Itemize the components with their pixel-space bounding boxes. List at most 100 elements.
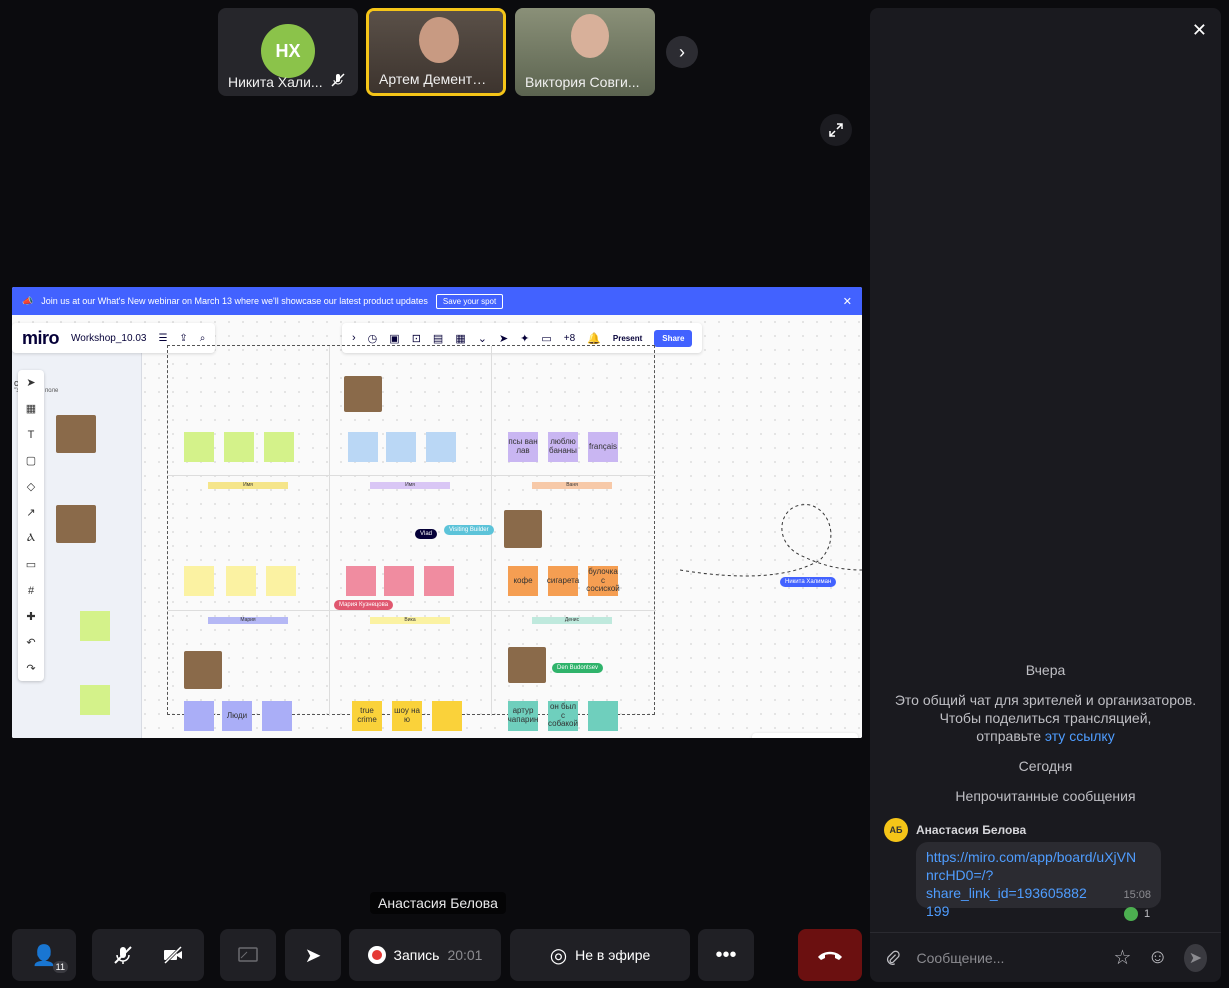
- next-participants-button[interactable]: ›: [666, 36, 698, 68]
- more-icon[interactable]: ⌄: [478, 332, 487, 345]
- frame-tool-icon[interactable]: #: [28, 582, 34, 599]
- sticky-note: [348, 432, 378, 462]
- participant-tile-active[interactable]: Артем Дементьев: [366, 8, 506, 96]
- record-button[interactable]: Запись 20:01: [349, 929, 501, 981]
- sticky-note: [386, 432, 416, 462]
- sticky-note: [266, 566, 296, 596]
- add-tool-icon[interactable]: ✚: [26, 608, 35, 625]
- cursor-icon[interactable]: ➤: [499, 332, 508, 345]
- paperclip-icon[interactable]: [884, 948, 901, 968]
- sticky-note: [226, 566, 256, 596]
- template-tool-icon[interactable]: ▦: [26, 400, 36, 417]
- phone-hangup-icon: [818, 951, 842, 960]
- focus-icon[interactable]: ⊡: [412, 332, 421, 345]
- notes-icon[interactable]: ▦: [455, 332, 465, 345]
- board-name[interactable]: Workshop_10.03: [71, 333, 146, 344]
- broadcast-button[interactable]: ◎ Не в эфире: [510, 929, 690, 981]
- frame-cell: Ваня кофе сигарета булочка с сосиской: [492, 476, 656, 611]
- megaphone-icon: 📣: [22, 295, 34, 306]
- share-link[interactable]: эту ссылку: [1045, 728, 1115, 744]
- cursor-label: Visiting Builder: [444, 525, 494, 535]
- participant-face: [571, 14, 609, 58]
- frame-cell: Имя: [168, 476, 330, 611]
- select-tool-icon[interactable]: ➤: [26, 374, 35, 391]
- share-button[interactable]: Share: [654, 329, 693, 347]
- zoom-controls: − 6% + ?: [752, 733, 858, 738]
- sticker-image: [504, 510, 542, 548]
- save-spot-button[interactable]: Save your spot: [435, 293, 504, 309]
- speaker-caption: Анастасия Белова: [370, 892, 506, 914]
- miro-board[interactable]: сейчас "У в своем поле miro Workshop_10.…: [12, 315, 862, 738]
- participant-tile[interactable]: НХ Никита Хали...: [218, 8, 358, 96]
- close-icon[interactable]: ✕: [1192, 20, 1207, 41]
- miro-logo: miro: [22, 327, 60, 348]
- vote-icon[interactable]: ▣: [389, 332, 399, 345]
- chevron-right-icon[interactable]: ›: [352, 332, 356, 344]
- comment-tool-icon[interactable]: ▭: [26, 556, 36, 573]
- sticky-note: true crime: [352, 701, 382, 731]
- camera-off-icon[interactable]: [162, 944, 184, 966]
- upload-icon[interactable]: ⇪: [179, 333, 187, 344]
- name-tag: Имя: [208, 482, 288, 489]
- fullscreen-button[interactable]: [820, 114, 852, 146]
- record-icon: [367, 946, 386, 964]
- message-link[interactable]: https://miro.com/app/board/uXjVN: [926, 848, 1151, 866]
- sticky-note: сигарета: [547, 566, 579, 596]
- estimate-icon[interactable]: ▤: [433, 332, 443, 345]
- pen-tool-icon[interactable]: Ⲁ: [27, 530, 35, 547]
- name-tag: Имя: [370, 482, 450, 489]
- collaborators-count[interactable]: +8: [564, 333, 575, 344]
- name-tag: Ваня: [532, 482, 612, 489]
- comment-icon[interactable]: ▭: [541, 332, 551, 345]
- participant-tile[interactable]: Виктория Совги...: [515, 8, 655, 96]
- message-link[interactable]: nrcHD0=/?share_link_id=193605882: [926, 866, 1151, 902]
- sticky-note: шоу на ю: [392, 701, 422, 731]
- close-icon[interactable]: ✕: [843, 295, 852, 308]
- shapes-tool-icon[interactable]: ◇: [27, 478, 35, 495]
- sticky-note: [224, 432, 254, 462]
- send-reaction-button[interactable]: ➤: [285, 929, 341, 981]
- send-button[interactable]: ➤: [1183, 943, 1207, 972]
- bell-icon[interactable]: 🔔: [587, 332, 601, 345]
- emoji-icon[interactable]: ☺: [1147, 946, 1167, 969]
- timer-icon[interactable]: ◷: [368, 332, 378, 345]
- reaction-chip[interactable]: 1: [1124, 907, 1150, 921]
- screen-share-button[interactable]: [220, 929, 276, 981]
- more-icon: •••: [715, 943, 737, 966]
- sticky-note: кофе: [508, 566, 538, 596]
- redo-icon[interactable]: ↷: [26, 660, 35, 677]
- invite-button[interactable]: 👤 11: [12, 929, 76, 981]
- miro-banner: 📣 Join us at our What's New webinar on M…: [12, 287, 862, 315]
- star-icon[interactable]: ☆: [1114, 945, 1132, 970]
- participant-face: [419, 17, 459, 63]
- sticky-note: [588, 701, 618, 731]
- avatar: АБ: [884, 818, 908, 842]
- frame-cell: Вика true crime шоу на ю: [330, 611, 492, 731]
- search-icon[interactable]: ⌕: [200, 333, 206, 344]
- menu-icon[interactable]: ☰: [158, 333, 167, 344]
- send-icon: ➤: [304, 944, 322, 967]
- text-tool-icon[interactable]: T: [28, 426, 35, 443]
- message-link[interactable]: 199: [926, 902, 1151, 920]
- reaction-icon[interactable]: ✦: [520, 332, 529, 345]
- undo-icon[interactable]: ↶: [26, 634, 35, 651]
- mic-off-icon[interactable]: [112, 944, 134, 966]
- sticky-note: [80, 611, 110, 641]
- sticky-tool-icon[interactable]: ▢: [26, 452, 36, 469]
- chat-info: Это общий чат для зрителей и организатор…: [894, 692, 1197, 708]
- broadcast-label: Не в эфире: [575, 947, 651, 963]
- more-button[interactable]: •••: [698, 929, 754, 981]
- sticker-image: [56, 505, 96, 543]
- chat-panel: ✕ Вчера Это общий чат для зрителей и орг…: [870, 8, 1221, 982]
- sticker-image: [184, 651, 222, 689]
- sticker-image: [508, 647, 546, 683]
- date-separator: Вчера: [1025, 662, 1066, 678]
- frame-cell: псы ван лав люблю бананы français: [492, 346, 656, 476]
- hang-up-button[interactable]: [798, 929, 862, 981]
- message-input[interactable]: [916, 949, 1098, 966]
- present-button[interactable]: Present: [613, 334, 642, 343]
- connector-tool-icon[interactable]: ↗: [26, 504, 35, 521]
- message-bubble[interactable]: https://miro.com/app/board/uXjVN nrcHD0=…: [916, 842, 1161, 919]
- sticky-note: [184, 432, 214, 462]
- chat-info-prefix: отправьте: [976, 728, 1042, 744]
